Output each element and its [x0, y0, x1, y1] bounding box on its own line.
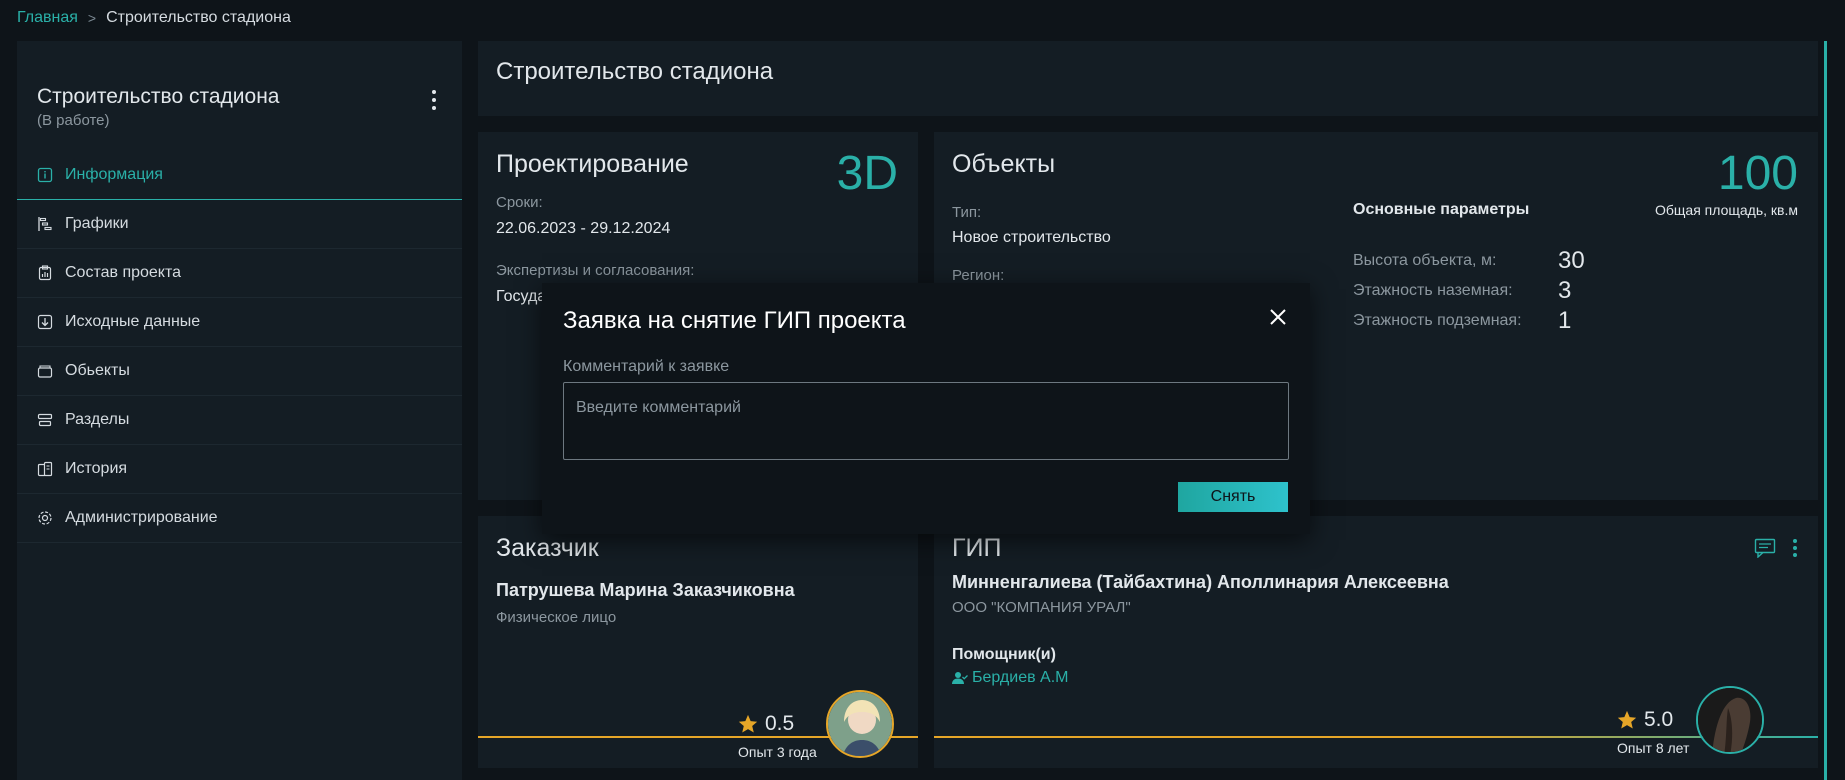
star-icon [1617, 710, 1637, 729]
sidebar-item-label: Обьекты [65, 362, 130, 379]
param-label: Высота объекта, м: [1353, 252, 1497, 269]
sidebar-item-composition[interactable]: Состав проекта [17, 249, 462, 298]
gip-experience: Опыт 8 лет [1617, 740, 1690, 756]
customer-card: Заказчик Патрушева Марина Заказчиковна Ф… [478, 516, 918, 768]
sidebar-item-admin[interactable]: Администрирование [17, 494, 462, 543]
region-label: Регион: [952, 267, 1005, 284]
user-check-icon [952, 672, 968, 684]
param-label: Этажность наземная: [1353, 282, 1513, 299]
param-label: Этажность подземная: [1353, 312, 1522, 329]
sidebar-item-label: История [65, 460, 128, 477]
objects-title: Объекты [952, 150, 1056, 178]
gip-avatar[interactable] [1696, 686, 1764, 754]
breadcrumb-separator: > [87, 10, 97, 26]
sidebar-item-label: Разделы [65, 411, 130, 428]
gip-name[interactable]: Минненгалиева (Тайбахтина) Аполлинария А… [952, 572, 1449, 593]
type-label: Тип: [952, 204, 982, 221]
gip-menu-icon[interactable] [1792, 538, 1798, 563]
sidebar-nav: Информация Графики Состав проекта Исходн… [17, 151, 462, 543]
remove-button[interactable]: Снять [1178, 482, 1288, 512]
gip-rating-value: 5.0 [1644, 708, 1674, 731]
param-value: 30 [1558, 247, 1585, 274]
customer-rating-value: 0.5 [765, 712, 795, 735]
page-title: Строительство стадиона [496, 58, 774, 85]
type-value: Новое строительство [952, 229, 1111, 246]
gear-icon [37, 510, 53, 526]
sidebar-item-info[interactable]: Информация [17, 151, 462, 200]
dates-label: Сроки: [496, 194, 543, 211]
sidebar-item-label: Состав проекта [65, 264, 182, 281]
box-icon [37, 363, 53, 379]
gip-rating: 5.0 [1616, 708, 1673, 732]
area-value: 100 [1717, 147, 1798, 200]
chat-icon[interactable] [1754, 538, 1776, 563]
gip-title: ГИП [952, 534, 1002, 562]
gip-divider [934, 736, 1818, 738]
gip-card: ГИП Минненгалиева (Тайбахтина) Аполлинар… [934, 516, 1818, 768]
customer-experience: Опыт 3 года [738, 744, 817, 760]
param-row: Высота объекта, м: 30 [1353, 247, 1585, 275]
remove-gip-modal: Заявка на снятие ГИП проекта Комментарий… [542, 283, 1310, 534]
sidebar-item-source-data[interactable]: Исходные данные [17, 298, 462, 347]
gip-actions [1754, 538, 1798, 563]
sidebar-item-history[interactable]: История [17, 445, 462, 494]
close-icon[interactable] [1268, 307, 1288, 327]
project-menu-icon[interactable] [425, 88, 443, 112]
main-header: Строительство стадиона [478, 41, 1818, 116]
expertise-label: Экспертизы и согласования: [496, 262, 695, 279]
scrollbar[interactable] [1824, 41, 1827, 780]
comment-input[interactable] [563, 382, 1289, 460]
comment-label: Комментарий к заявке [563, 358, 730, 375]
gip-company: ООО "КОМПАНИЯ УРАЛ" [952, 599, 1131, 616]
customer-title: Заказчик [496, 534, 599, 562]
sidebar-item-label: Исходные данные [65, 313, 201, 330]
sidebar-item-objects[interactable]: Обьекты [17, 347, 462, 396]
sidebar-item-label: Графики [65, 215, 129, 232]
sidebar-item-charts[interactable]: Графики [17, 200, 462, 249]
breadcrumb: Главная > Строительство стадиона [17, 9, 291, 27]
expertise-value: Госуда [496, 288, 547, 305]
customer-avatar[interactable] [826, 690, 894, 758]
assistant-link[interactable]: Бердиев А.М [952, 669, 1069, 687]
project-status: (В работе) [37, 112, 110, 129]
modal-title: Заявка на снятие ГИП проекта [563, 307, 906, 334]
clipboard-icon [37, 265, 53, 281]
projecting-title: Проектирование [496, 150, 689, 178]
breadcrumb-home-link[interactable]: Главная [17, 9, 78, 27]
area-label: Общая площадь, кв.м [1654, 202, 1798, 218]
assistants-label: Помощник(и) [952, 646, 1056, 663]
layers-icon [37, 412, 53, 428]
project-title: Строительство стадиона [37, 85, 280, 108]
customer-name[interactable]: Патрушева Марина Заказчиковна [496, 580, 795, 601]
customer-type: Физическое лицо [496, 609, 617, 626]
sidebar: Строительство стадиона (В работе) Информ… [17, 41, 462, 780]
download-icon [37, 314, 53, 330]
projecting-3d-badge: 3D [836, 147, 898, 200]
sidebar-item-sections[interactable]: Разделы [17, 396, 462, 445]
param-value: 3 [1558, 277, 1572, 304]
sidebar-item-label: Информация [65, 166, 163, 183]
sidebar-item-label: Администрирование [65, 509, 218, 526]
customer-rating: 0.5 [737, 712, 794, 736]
dates-value: 22.06.2023 - 29.12.2024 [496, 220, 671, 237]
assistant-name: Бердиев А.М [972, 669, 1069, 686]
param-value: 1 [1558, 307, 1572, 334]
gantt-icon [37, 216, 53, 232]
params-title: Основные параметры [1353, 201, 1530, 218]
param-row: Этажность подземная: 1 [1353, 307, 1571, 335]
info-icon [37, 167, 53, 183]
history-icon [37, 461, 53, 477]
breadcrumb-current: Строительство стадиона [106, 9, 291, 26]
star-icon [738, 714, 758, 733]
param-row: Этажность наземная: 3 [1353, 277, 1571, 305]
